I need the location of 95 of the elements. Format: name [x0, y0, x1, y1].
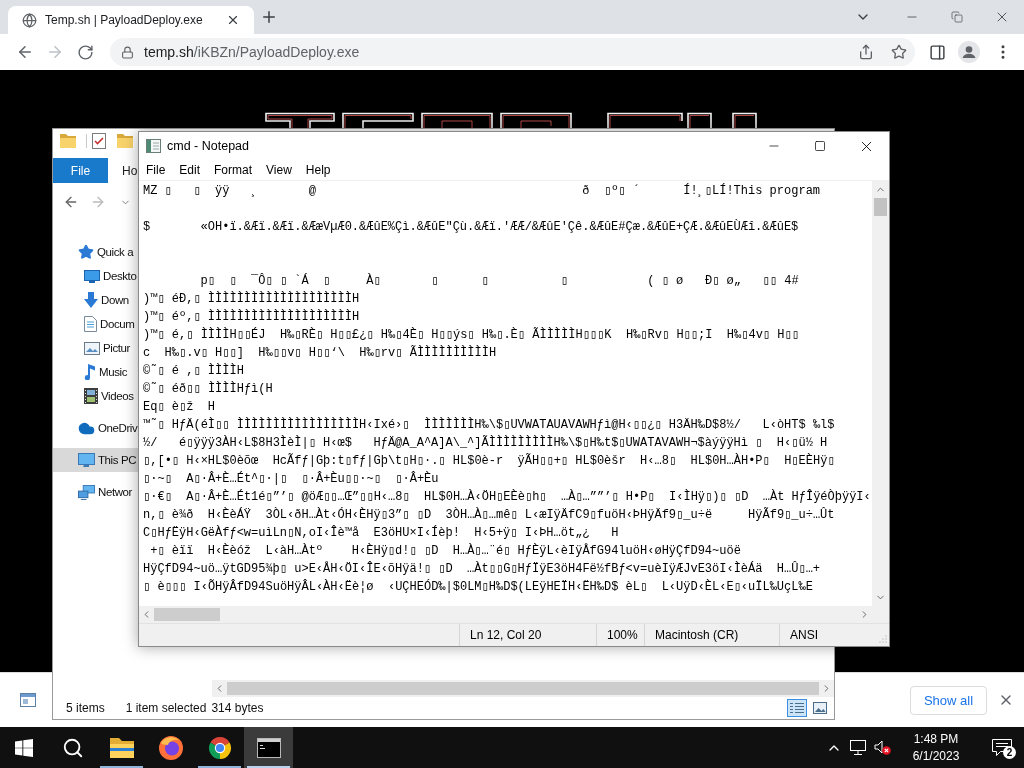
browser-tab[interactable]: Temp.sh | PayloadDeploy.exe — [8, 6, 254, 34]
text-line: )™▯ é,▯ ÌÌÌÌH▯▯ÉJ H‰▯RÈ▯ H▯▯£¿▯ H‰▯4È▯ H▯▯ýs▯ H‰▯.È▯ ÃÌÌÌÌÌH▯▯▯K H‰▯Rv▯ H▯▯;I H‰▯4v▯ H▯▯ — [143, 326, 799, 344]
nav-item[interactable]: Quick a — [53, 240, 138, 264]
window-icon — [20, 693, 36, 707]
nav-item[interactable]: Pictur — [53, 336, 138, 360]
status-text: 100% — [607, 628, 638, 642]
windows-start-icon[interactable] — [15, 738, 33, 757]
scrollbar-thumb[interactable] — [227, 682, 819, 695]
details-view-button[interactable] — [787, 699, 807, 717]
monitor-icon[interactable] — [850, 740, 866, 755]
list-icon — [790, 702, 804, 714]
nav-item[interactable]: Videos — [53, 384, 138, 408]
status-text: ANSI — [790, 628, 818, 642]
menu-item[interactable]: Edit — [172, 160, 208, 180]
status-text: 1 item selected — [125, 701, 207, 715]
text-line: ▯·~▯ A▯·Â+È…Ét^▯·|▯ ▯·Â+Èu▯▯·~▯ ▯·Â+Èu — [143, 470, 439, 488]
folder-icon — [109, 737, 134, 758]
clock-time[interactable]: 1:48 PM — [913, 730, 959, 748]
menu-item[interactable]: View — [259, 160, 299, 180]
scrollbar-thumb[interactable] — [154, 608, 220, 621]
star-icon[interactable] — [891, 44, 907, 60]
vertical-scrollbar[interactable] — [872, 181, 889, 606]
text-line: ▯,[•▯ H‹×HL$0èõœ HcÃfƒ|Gþ:t▯fƒ|Gþ\t▯H▯·.▯ HL$0è-r ÿÃH▯▯+▯ HL$0èšr H‹…8▯ HL$0H…ÀH•P▯ H▯EÈHÿ▯ — [143, 452, 835, 470]
clock-date[interactable]: 6/1/2023 — [912, 747, 960, 765]
new-tab-icon[interactable] — [260, 8, 278, 26]
nav-item[interactable]: Deskto — [53, 264, 138, 288]
text-line: ▯·€▯ A▯·Â+È…Ét1é▯”’▯ @öÆ▯▯…Œ”▯▯H‹…8▯ HL$0H…À‹ÖH▯EÈè▯h▯ …À▯…””’▯ H•P▯ I‹ÌHÿ▯)▯ ▯D …Àt HƒÎÿéÒþÿÿI‹ — [143, 488, 871, 506]
text-line: +▯ èïï H‹Èèóž L‹àH…Àtº H‹ÈHÿ▯d!▯ ▯D H…À▯…¨é▯ HƒÈÿL‹èIÿÅfG94luöH‹øHÿÇfD94~uöë — [150, 542, 741, 560]
nav-item[interactable]: Down — [53, 288, 138, 312]
text-line: )™▯ éº,▯ ÌÌÌÌÌÌÌÌÌÌÌÌÌÌÌÌÌÌÌÌH — [143, 308, 360, 326]
status-text: Macintosh (CR) — [655, 628, 739, 642]
avatar-icon[interactable] — [958, 41, 980, 63]
text-line: c H‰▯.v▯ H▯▯] H‰▯▯v▯ H▯▯‘\ H‰▯rv▯ ÃÌÌÌÌÌÌÌÌÌÌH — [143, 344, 497, 362]
speech-bubble-icon[interactable] — [992, 738, 1012, 757]
monitor-icon — [78, 452, 95, 468]
document-check-icon[interactable] — [92, 132, 106, 149]
terminal-icon — [256, 737, 281, 758]
nav-item[interactable]: Music — [53, 360, 138, 384]
browser-icon — [158, 735, 183, 760]
maximize-icon[interactable] — [814, 140, 826, 152]
text-line: MZ ▯ ▯ ÿÿ ¸ @ ð ▯º▯ ´ Í!¸▯LÍ!This program — [143, 182, 821, 200]
notification-count-badge: 2 — [1003, 746, 1016, 759]
text-line: ½/ é▯ÿÿÿ3ÀH‹L$8H3ÌèÌ|▯ H‹œ$ HƒÄ@A_A^A]A\_^]ÃÌÌÌÌÌÌÌÌÌH‰\$▯H‰t$▯UWATAVAWH¬$àýÿÿHì ▯ H‹▯ü½ H — [143, 434, 828, 452]
text-line: C▯HƒËÿH‹GëÀfƒ<w=uìLn▯N,oI‹Îè™å E3öHU×I‹Íèþ! H‹5+ÿ▯ I‹ÞH…öt„¿ H — [143, 524, 619, 542]
status-text: 314 bytes — [211, 701, 264, 715]
ribbon-tab[interactable]: Ho — [108, 158, 138, 183]
file-menu-tab[interactable]: File — [53, 158, 108, 183]
status-text: Ln 12, Col 20 — [470, 628, 542, 642]
text-line: ©˜▯ éð▯▯ ÌÌÌÌHƒì(H — [143, 380, 273, 398]
restore-icon[interactable] — [950, 11, 963, 23]
text-line: HÿÇfD94~uö…ÿtGD95¾þ▯ u>E‹ÅH‹ÖI‹ÎE‹õHÿä!▯ ▯D …Àt▯▯G▯HƒÏÿE3öH4Fë½fBƒ<v=uèIÿÆJvE3öI‹ÌèÁä H…Û▯…+ — [143, 560, 821, 578]
window-title: cmd - Notepad — [167, 139, 249, 153]
download-arrow-icon — [84, 292, 98, 308]
globe-icon — [22, 12, 37, 28]
close-icon[interactable] — [226, 13, 240, 27]
picture-icon — [84, 341, 100, 355]
text-line: ▯ è▯▯▯ I‹ÕHÿÂfD94SuöHÿÂL‹ÀH‹Ëè¦ø ‹UÇHEÓD‰|$0LM▯H‰D$(LEÿHEÏH‹ËH‰D$ èL▯ L‹UÿD‹ÈL‹E▯‹uÏL‰UçL‰E — [143, 578, 813, 596]
horizontal-scrollbar[interactable] — [139, 606, 872, 623]
taskbar-app-button[interactable] — [244, 727, 293, 768]
nav-item[interactable]: This PC — [53, 448, 138, 472]
text-line: p▯ ▯ ¯Ô▯ ▯ `Á ▯ À▯ ▯ ▯ ▯ ( ▯ ø Ð▯ ø„ ▯▯ 4# — [200, 272, 799, 290]
nav-item[interactable]: Networ — [53, 480, 138, 504]
document-icon — [84, 316, 97, 332]
screen-icon — [84, 269, 100, 283]
speaker-muted-icon[interactable] — [873, 740, 891, 755]
large-icons-view-button[interactable] — [810, 699, 830, 717]
picture-icon — [813, 702, 827, 714]
menu-item[interactable]: Format — [207, 160, 260, 180]
share-icon[interactable] — [858, 44, 874, 60]
nav-item[interactable]: OneDriv — [53, 416, 138, 440]
lock-icon — [121, 45, 134, 59]
reload-icon[interactable] — [76, 43, 94, 61]
nav-item[interactable]: Docum — [53, 312, 138, 336]
text-line: ™˜▯ HƒÄ(éÌ▯▯ ÌÌÌÌÌÌÌÌÌÌÌÌÌÌÌÌÌH‹Ixé›▯ ÌÌÌÌÌÌÌH‰\$▯UVWATAUAVAWHƒì@H‹▯▯¿▯ H3ÄH‰D$8½/ L‹òHT$ ‰l$ — [143, 416, 835, 434]
horizontal-scrollbar[interactable] — [212, 680, 834, 697]
text-line: ©˜▯ é ,▯ ÌÌÌÌH — [143, 362, 244, 380]
show-all-button[interactable]: Show all — [910, 685, 987, 715]
side-panel-icon[interactable] — [928, 43, 946, 61]
text-line: n,▯ è¾ð H‹ÈèÁŸ 3ÒL‹ðH…Àt‹ÓH‹ÈHÿ▯3”▯ ▯D 3ÒH…À▯…mê▯ L‹æIÿÄfC9▯fuöH‹ÞHÿÄf9▯_u÷ë HÿÃf9▯_u÷…Ût — [143, 506, 835, 524]
menu-item[interactable]: File — [139, 160, 173, 180]
two-monitors-icon — [78, 484, 95, 500]
status-text: 5 items — [66, 701, 105, 715]
browser-icon — [207, 735, 232, 760]
text-line: Eq▯ è▯ž H — [143, 399, 216, 416]
text-line: $ «OH•ï.&Æï.&Æï.&ÆæVµÆ0.&ÆûE%Çì.&ÆûE"Çù.&Æï.'ÆÆ/&ÆûE'Çê.&ÆûE#Çæ.&ÆûE+ÇÆ.&ÆûEÙÆî.&ÆûE$ — [143, 218, 799, 236]
music-note-icon — [84, 364, 96, 380]
address-bar[interactable]: temp.sh/iKBZn/PayloadDeploy.exe — [110, 38, 915, 66]
star-icon — [78, 244, 94, 260]
search-icon[interactable] — [61, 736, 84, 759]
scrollbar-thumb[interactable] — [874, 198, 887, 216]
back-arrow-icon[interactable] — [63, 194, 79, 210]
menu-item[interactable]: Help — [298, 160, 338, 180]
film-icon — [84, 388, 98, 404]
notepad-icon — [146, 139, 161, 153]
text-line: )™▯ éÐ,▯ ÌÌÌÌÌÌÌÌÌÌÌÌÌÌÌÌÌÌÌÌH — [143, 290, 360, 308]
